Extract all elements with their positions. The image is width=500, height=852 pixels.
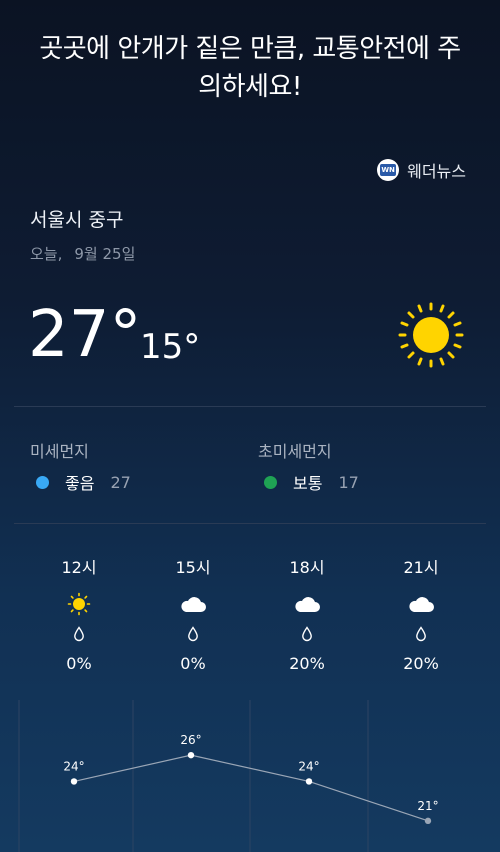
sun-icon	[398, 302, 464, 368]
hourly-item: 15시 0%	[153, 556, 233, 673]
precip-chance: 20%	[289, 654, 325, 673]
status-dot-icon	[264, 475, 277, 489]
sun-icon	[67, 592, 91, 616]
divider	[14, 523, 486, 524]
ultrafine-dust-row: 보통 17	[264, 470, 359, 494]
ultrafine-dust-value: 17	[338, 472, 359, 492]
weathernews-logo-icon: WN	[377, 159, 400, 181]
temp-point	[305, 778, 313, 785]
location-name[interactable]: 서울시 중구	[30, 205, 123, 232]
raindrop-icon	[188, 626, 198, 642]
hourly-item: 12시 0%	[39, 556, 119, 673]
cloud-icon	[409, 597, 434, 612]
current-temperature: 27°	[28, 298, 142, 372]
ultrafine-dust-label: 초미세먼지	[258, 442, 332, 461]
provider-name: 웨더뉴스	[407, 162, 466, 181]
date-day: 오늘,	[30, 245, 63, 263]
date-line: 오늘, 9월 25일	[30, 243, 135, 264]
hour-label: 12시	[61, 558, 97, 577]
cloud-icon	[295, 597, 320, 612]
hourly-item: 18시 20%	[267, 556, 347, 673]
temp-point-label: 21°	[417, 799, 438, 813]
date-value: 9월 25일	[74, 245, 136, 263]
raindrop-icon	[416, 626, 426, 642]
raindrop-icon	[302, 626, 312, 642]
precip-chance: 20%	[403, 654, 439, 673]
precip-chance: 0%	[66, 654, 92, 673]
temp-point	[424, 817, 432, 825]
fine-dust-value: 27	[110, 472, 131, 492]
temp-point	[187, 751, 195, 759]
fine-dust-row: 좋음 27	[36, 470, 131, 494]
hour-label: 18시	[289, 558, 325, 577]
ultrafine-dust-status: 보통	[293, 474, 323, 493]
temp-point-label: 24°	[63, 759, 84, 773]
hour-label: 21시	[403, 558, 439, 577]
divider	[14, 406, 486, 407]
raindrop-icon	[74, 626, 84, 642]
hour-label: 15시	[175, 558, 211, 577]
fine-dust-label: 미세먼지	[30, 442, 89, 461]
provider-logo-text: WN	[380, 164, 397, 176]
temp-series-line	[73, 754, 429, 822]
temp-point-label: 26°	[180, 733, 201, 747]
temp-point	[70, 778, 78, 785]
low-temperature: 15°	[140, 327, 201, 367]
temp-point-label: 24°	[298, 759, 319, 773]
hourly-temp-graph: 24° 26° 24° 21°	[18, 700, 439, 852]
status-dot-icon	[36, 475, 49, 489]
cloud-icon	[181, 597, 206, 612]
headline-banner[interactable]: 곳곳에 안개가 짙은 만큼, 교통안전에 주의하세요!	[0, 30, 500, 106]
hourly-item: 21시 20%	[381, 556, 461, 673]
hourly-temp-chart: 24° 26° 24° 21°	[14, 700, 486, 852]
provider-badge[interactable]: WN 웨더뉴스	[377, 157, 466, 183]
fine-dust-status: 좋음	[65, 474, 95, 493]
precip-chance: 0%	[180, 654, 206, 673]
